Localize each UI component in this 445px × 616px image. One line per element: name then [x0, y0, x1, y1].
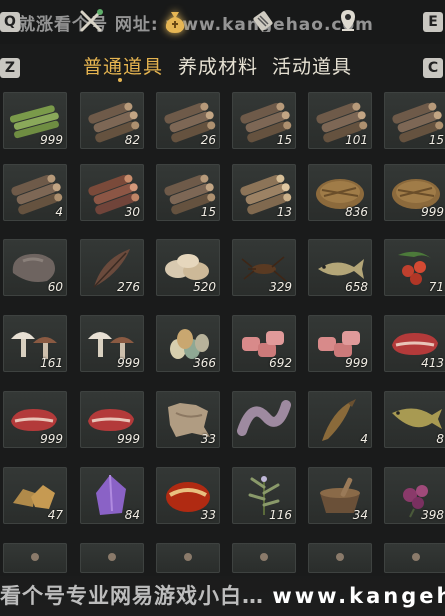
inventory-slot[interactable]: 276: [80, 239, 144, 296]
item-count: 84: [124, 508, 140, 522]
scroll-icon[interactable]: [248, 6, 278, 36]
item-count: 366: [193, 356, 216, 370]
key-hint-c: C: [423, 58, 443, 78]
item-count: 82: [124, 133, 140, 147]
key-hint-z: Z: [0, 58, 20, 78]
inventory-slot[interactable]: 366: [156, 315, 220, 372]
key-hint-e: E: [423, 12, 443, 32]
inventory-slot[interactable]: 101: [308, 92, 372, 149]
crossed-tools-icon[interactable]: [76, 6, 106, 36]
item-count: 33: [200, 508, 216, 522]
item-count: 413: [421, 356, 444, 370]
inventory-slot[interactable]: 4: [3, 164, 67, 221]
item-count: 999: [421, 205, 444, 219]
inventory-slot[interactable]: 84: [80, 467, 144, 524]
inventory-slot[interactable]: 34: [308, 467, 372, 524]
tab-event-items[interactable]: 活动道具: [272, 52, 352, 79]
inventory-slot[interactable]: [156, 543, 220, 573]
inventory-slot[interactable]: [308, 543, 372, 573]
item-count: 999: [117, 356, 140, 370]
inventory-slot[interactable]: 999: [308, 315, 372, 372]
inventory-slot[interactable]: 329: [232, 239, 296, 296]
active-tab-indicator: [118, 78, 122, 82]
item-count: 15: [200, 205, 216, 219]
item-count: 398: [421, 508, 444, 522]
item-count: 836: [345, 205, 368, 219]
item-count: 47: [47, 508, 63, 522]
item-count: 658: [345, 280, 368, 294]
item-count: 4: [55, 205, 63, 219]
item-count: 276: [117, 280, 140, 294]
inventory-slot[interactable]: 15: [232, 92, 296, 149]
inventory-slot[interactable]: 999: [384, 164, 445, 221]
item-count: 33: [200, 432, 216, 446]
inventory-slot[interactable]: 398: [384, 467, 445, 524]
tab-common-items[interactable]: 普通道具: [83, 52, 163, 79]
inventory-slot[interactable]: 82: [80, 92, 144, 149]
map-pin-icon[interactable]: [333, 6, 363, 36]
item-count: 15: [428, 133, 444, 147]
item-count: 999: [117, 432, 140, 446]
item-count: 34: [352, 508, 368, 522]
inventory-slot[interactable]: 4: [308, 391, 372, 448]
inventory-slot[interactable]: 60: [3, 239, 67, 296]
inventory-slot[interactable]: [384, 543, 445, 573]
inventory-slot[interactable]: [232, 391, 296, 448]
inventory-slot[interactable]: 47: [3, 467, 67, 524]
inventory-slot[interactable]: 15: [384, 92, 445, 149]
inventory-slot[interactable]: 836: [308, 164, 372, 221]
bottom-bar: [0, 576, 445, 616]
inventory-slot[interactable]: 33: [156, 391, 220, 448]
inventory-slot[interactable]: 413: [384, 315, 445, 372]
inventory-slot[interactable]: 116: [232, 467, 296, 524]
inventory-slot[interactable]: 26: [156, 92, 220, 149]
inventory-slot[interactable]: 999: [80, 391, 144, 448]
inventory-slot[interactable]: 71: [384, 239, 445, 296]
inventory-slot[interactable]: 520: [156, 239, 220, 296]
inventory-slot[interactable]: [3, 543, 67, 573]
inventory-slot[interactable]: 161: [3, 315, 67, 372]
inventory-slot[interactable]: [232, 543, 296, 573]
item-count: 4: [360, 432, 368, 446]
item-count: 15: [276, 133, 292, 147]
item-count: 520: [193, 280, 216, 294]
inventory-slot[interactable]: 13: [232, 164, 296, 221]
inventory-grid: 999 82 26 15 101 15 4 30 15 13 836 999 60 276 520 329 65…: [0, 92, 445, 616]
item-count: 30: [124, 205, 140, 219]
item-count: 999: [40, 432, 63, 446]
inventory-slot[interactable]: 999: [80, 315, 144, 372]
category-tabs: 普通道具 养成材料 活动道具: [74, 52, 374, 88]
item-count: 329: [269, 280, 292, 294]
item-count: 999: [345, 356, 368, 370]
item-count: 999: [40, 133, 63, 147]
item-count: 60: [47, 280, 63, 294]
inventory-slot[interactable]: 33: [156, 467, 220, 524]
item-count: 161: [40, 356, 63, 370]
inventory-slot[interactable]: 999: [3, 92, 67, 149]
item-count: 101: [345, 133, 368, 147]
item-count: 116: [269, 508, 292, 522]
item-count: 8: [436, 432, 444, 446]
inventory-slot[interactable]: 15: [156, 164, 220, 221]
key-hint-q: Q: [0, 12, 20, 32]
money-bag-icon[interactable]: [160, 6, 190, 36]
tab-growth-materials[interactable]: 养成材料: [178, 52, 258, 79]
top-nav-bar: [0, 0, 445, 44]
item-count: 26: [200, 133, 216, 147]
inventory-slot[interactable]: 8: [384, 391, 445, 448]
inventory-slot[interactable]: 999: [3, 391, 67, 448]
inventory-slot[interactable]: 658: [308, 239, 372, 296]
item-count: 71: [428, 280, 444, 294]
inventory-slot[interactable]: 30: [80, 164, 144, 221]
item-count: 13: [276, 205, 292, 219]
inventory-slot[interactable]: 692: [232, 315, 296, 372]
inventory-slot[interactable]: [80, 543, 144, 573]
item-count: 692: [269, 356, 292, 370]
